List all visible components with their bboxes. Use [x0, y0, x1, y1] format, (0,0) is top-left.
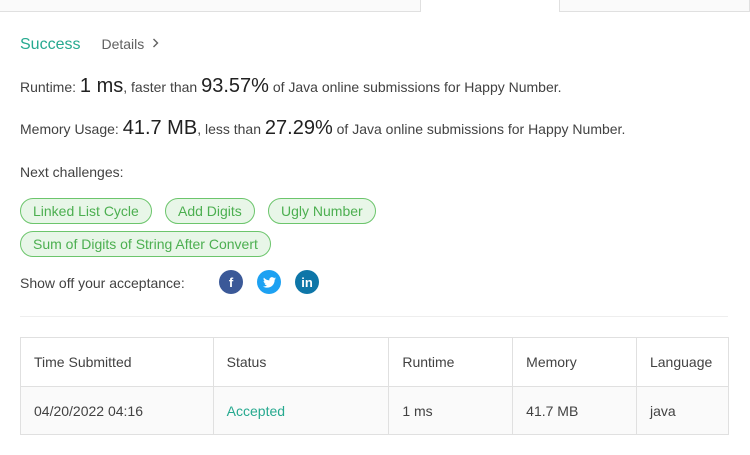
challenge-chip-add-digits[interactable]: Add Digits — [165, 198, 255, 224]
cell-language: java — [635, 386, 730, 435]
memory-value: 41.7 MB — [122, 117, 198, 139]
challenge-chip-ugly-number[interactable]: Ugly Number — [268, 198, 376, 224]
memory-suffix: of Java online submissions for Happy Num… — [336, 121, 626, 137]
tab-left[interactable] — [0, 0, 421, 12]
details-label: Details — [101, 36, 145, 52]
runtime-stat: Runtime: 1 ms, faster than 93.57% of Jav… — [20, 75, 562, 98]
share-label: Show off your acceptance: — [20, 275, 185, 291]
tab-strip — [0, 0, 750, 12]
submissions-table: Time Submitted Status Runtime Memory Lan… — [20, 337, 730, 435]
details-link[interactable]: Details — [101, 36, 159, 52]
runtime-percent: 93.57% — [201, 75, 269, 97]
section-divider — [20, 316, 728, 317]
runtime-value: 1 ms — [79, 75, 124, 97]
memory-stat: Memory Usage: 41.7 MB, less than 27.29% … — [20, 117, 625, 140]
twitter-icon[interactable] — [257, 270, 281, 294]
cell-time-submitted: 04/20/2022 04:16 — [20, 386, 214, 435]
next-challenges-label: Next challenges: — [20, 164, 124, 180]
tab-active[interactable] — [421, 0, 560, 12]
header-status: Status — [212, 337, 390, 387]
challenge-chip-sum-of-digits[interactable]: Sum of Digits of String After Convert — [20, 231, 271, 257]
cell-status[interactable]: Accepted — [212, 386, 390, 435]
header-language: Language — [635, 337, 730, 387]
runtime-suffix: of Java online submissions for Happy Num… — [272, 79, 562, 95]
header-runtime: Runtime — [388, 337, 514, 387]
memory-label: Memory Usage: — [20, 121, 119, 137]
table-header-row: Time Submitted Status Runtime Memory Lan… — [20, 337, 730, 387]
result-header: Success Details — [20, 36, 159, 54]
header-time-submitted: Time Submitted — [20, 337, 214, 387]
header-memory: Memory — [512, 337, 637, 387]
submission-result-page: Success Details Runtime: 1 ms, faster th… — [0, 0, 750, 455]
cell-memory: 41.7 MB — [512, 386, 637, 435]
cell-runtime: 1 ms — [388, 386, 514, 435]
status-accepted-link[interactable]: Accepted — [227, 403, 285, 419]
challenge-chip-linked-list-cycle[interactable]: Linked List Cycle — [20, 198, 152, 224]
memory-percent: 27.29% — [264, 117, 333, 139]
runtime-middle: , faster than — [123, 79, 198, 95]
linkedin-icon[interactable]: in — [295, 270, 319, 294]
facebook-icon[interactable]: f — [219, 270, 243, 294]
runtime-label: Runtime: — [20, 79, 77, 95]
tab-right[interactable] — [559, 0, 750, 12]
memory-middle: , less than — [197, 121, 262, 137]
chevron-right-icon — [152, 37, 159, 51]
table-row[interactable]: 04/20/2022 04:16 Accepted 1 ms 41.7 MB j… — [20, 386, 730, 435]
status-success: Success — [20, 36, 81, 53]
